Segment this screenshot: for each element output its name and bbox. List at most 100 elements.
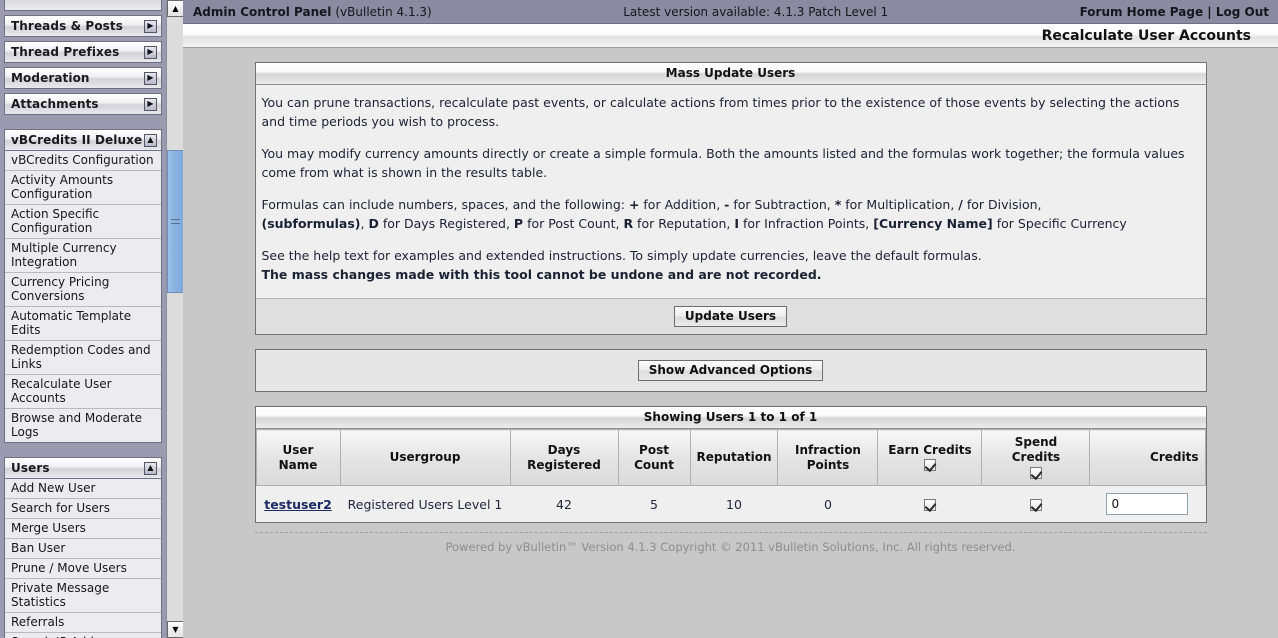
- column-header-earn-credits[interactable]: Earn Credits: [877, 429, 983, 486]
- cell-credits: [1089, 485, 1205, 522]
- formula-text-6: for Post Count,: [523, 216, 624, 231]
- column-header-credits[interactable]: Credits: [1089, 429, 1206, 486]
- update-users-button[interactable]: Update Users: [673, 306, 788, 327]
- sidebar-item-vbcredits-configuration[interactable]: vBCredits Configuration: [5, 151, 161, 171]
- sidebar-group-header-vbcredits[interactable]: vBCredits II Deluxe ▲: [4, 129, 162, 151]
- sidebar-group-label: Moderation: [11, 71, 90, 85]
- formula-intro: Formulas can include numbers, spaces, an…: [261, 197, 629, 212]
- sidebar-scrollbar[interactable]: ▲ ▼: [166, 0, 184, 638]
- mass-update-paragraph-2: You may modify currency amounts directly…: [261, 146, 1185, 180]
- triangle-up-icon[interactable]: ▲: [167, 0, 184, 17]
- sidebar-item-currency-pricing-conversions[interactable]: Currency Pricing Conversions: [5, 273, 161, 307]
- chevron-up-icon[interactable]: ▲: [144, 133, 157, 147]
- main-content: Admin Control Panel (vBulletin 4.1.3) Lat…: [183, 0, 1278, 638]
- formula-text-3: for Division,: [962, 197, 1042, 212]
- forum-home-page-link[interactable]: Forum Home Page: [1080, 5, 1204, 19]
- cell-user-name: testuser2: [256, 485, 340, 522]
- column-header-spend-credits[interactable]: Spend Credits: [981, 429, 1091, 486]
- sidebar-group-label: Attachments: [11, 97, 99, 111]
- sidebar-group-label: Users: [11, 461, 50, 475]
- sidebar-navigation: Threads & Posts ▶ Thread Prefixes ▶ Mode…: [0, 0, 166, 638]
- advanced-options-body: Show Advanced Options: [255, 350, 1206, 391]
- chevron-right-icon[interactable]: ▶: [144, 19, 157, 33]
- spend-credits-toggle-all-checkbox[interactable]: [1029, 466, 1042, 479]
- formula-sym-7: R: [623, 216, 634, 231]
- sidebar-group-thread-prefixes: Thread Prefixes ▶: [4, 41, 162, 63]
- column-header-post-count[interactable]: Post Count: [617, 429, 691, 486]
- sidebar-partial-group-top[interactable]: [4, 0, 162, 11]
- sidebar-item-multiple-currency-integration[interactable]: Multiple Currency Integration: [5, 239, 161, 273]
- sidebar-item-automatic-template-edits[interactable]: Automatic Template Edits: [5, 307, 161, 341]
- sidebar-item-referrals[interactable]: Referrals: [5, 613, 161, 633]
- sidebar-item-search-for-users[interactable]: Search for Users: [5, 499, 161, 519]
- topbar-link-separator: |: [1207, 4, 1212, 19]
- sidebar-group-header-moderation[interactable]: Moderation ▶: [4, 67, 162, 89]
- sidebar-item-redemption-codes-and-links[interactable]: Redemption Codes and Links: [5, 341, 161, 375]
- users-table-header-row: User Name Usergroup Days Registered Post…: [255, 429, 1206, 486]
- triangle-down-icon[interactable]: ▼: [167, 621, 184, 638]
- cell-days-registered: 42: [510, 485, 618, 522]
- sidebar-item-search-ip-addresses[interactable]: Search IP Addresses: [5, 633, 161, 638]
- sidebar-item-activity-amounts-configuration[interactable]: Activity Amounts Configuration: [5, 171, 161, 205]
- sidebar-item-ban-user[interactable]: Ban User: [5, 539, 161, 559]
- column-header-user-name[interactable]: User Name: [255, 429, 341, 486]
- top-spacer: [183, 48, 1278, 62]
- help-line: See the help text for examples and exten…: [261, 248, 982, 263]
- sidebar-item-action-specific-configuration[interactable]: Action Specific Configuration: [5, 205, 161, 239]
- sidebar-group-header-attachments[interactable]: Attachments ▶: [4, 93, 162, 115]
- user-profile-link[interactable]: testuser2: [264, 497, 332, 512]
- formula-sym-0: +: [628, 197, 640, 212]
- latest-version-label: Latest version available: 4.1.3 Patch Le…: [623, 4, 889, 19]
- sidebar-item-private-message-statistics[interactable]: Private Message Statistics: [5, 579, 161, 613]
- column-header-usergroup[interactable]: Usergroup: [339, 429, 511, 486]
- column-header-reputation[interactable]: Reputation: [689, 429, 779, 486]
- chevron-right-icon[interactable]: ▶: [144, 97, 157, 111]
- show-advanced-options-button[interactable]: Show Advanced Options: [637, 360, 824, 381]
- cell-reputation: 10: [690, 485, 778, 522]
- mass-update-heading: Mass Update Users: [255, 63, 1206, 85]
- column-header-infraction-points[interactable]: Infraction Points: [777, 429, 879, 486]
- sidebar-item-browse-and-moderate-logs[interactable]: Browse and Moderate Logs: [5, 409, 161, 442]
- spend-credits-checkbox[interactable]: [1029, 499, 1042, 511]
- users-table-head: User Name Usergroup Days Registered Post…: [255, 429, 1206, 486]
- chevron-right-icon[interactable]: ▶: [144, 45, 157, 59]
- earn-credits-toggle-all-checkbox[interactable]: [923, 459, 936, 471]
- topbar-links: Forum Home Page | Log Out: [1080, 5, 1269, 19]
- page-title: Recalculate User Accounts: [1041, 27, 1251, 44]
- sidebar-item-prune-move-users[interactable]: Prune / Move Users: [5, 559, 161, 579]
- column-header-days-registered[interactable]: Days Registered: [509, 429, 619, 486]
- chevron-right-icon[interactable]: ▶: [144, 71, 157, 85]
- sidebar-item-merge-users[interactable]: Merge Users: [5, 519, 161, 539]
- formula-text-1: for Subtraction,: [729, 197, 835, 212]
- sidebar-group-header-users[interactable]: Users ▲: [4, 457, 162, 479]
- acp-title: Admin Control Panel (vBulletin 4.1.3): [193, 4, 432, 19]
- scrollbar-thumb[interactable]: [167, 150, 184, 293]
- log-out-link[interactable]: Log Out: [1216, 5, 1269, 19]
- sidebar-group-users: Users ▲ Add New User Search for Users Me…: [4, 457, 162, 638]
- mass-update-help-paragraph: See the help text for examples and exten…: [260, 246, 1202, 284]
- mass-update-paragraph-1: You can prune transactions, recalculate …: [261, 95, 1180, 129]
- formula-text-5: for Days Registered,: [378, 216, 514, 231]
- page-footer: Powered by vBulletin™ Version 4.1.3 Copy…: [254, 532, 1207, 554]
- chevron-up-icon[interactable]: ▲: [144, 461, 157, 475]
- formula-sym-9: [Currency Name]: [873, 216, 993, 231]
- sidebar-group-list-users: Add New User Search for Users Merge User…: [4, 479, 162, 638]
- footer-copyright: Powered by vBulletin™ Version 4.1.3 Copy…: [445, 540, 1016, 554]
- sidebar-group-header-threads-posts[interactable]: Threads & Posts ▶: [4, 15, 162, 37]
- scrollbar-track[interactable]: [167, 17, 184, 621]
- sidebar-item-recalculate-user-accounts[interactable]: Recalculate User Accounts: [5, 375, 161, 409]
- advanced-options-panel: Show Advanced Options: [254, 349, 1207, 392]
- sidebar-item-add-new-user[interactable]: Add New User: [5, 479, 161, 499]
- results-panel: Showing Users 1 to 1 of 1 User Name User…: [254, 406, 1207, 523]
- credits-input[interactable]: [1106, 493, 1189, 515]
- formula-text-0: for Addition,: [639, 197, 725, 212]
- earn-credits-checkbox[interactable]: [923, 499, 936, 511]
- sidebar-group-header-thread-prefixes[interactable]: Thread Prefixes ▶: [4, 41, 162, 63]
- page-title-bar: Recalculate User Accounts: [183, 24, 1278, 48]
- sidebar-group-attachments: Attachments ▶: [4, 93, 162, 115]
- users-table-body: testuser2 Registered Users Level 1 42 5 …: [256, 485, 1205, 522]
- sidebar-group-label: vBCredits II Deluxe: [11, 133, 143, 147]
- panel-gap-1: [183, 335, 1278, 349]
